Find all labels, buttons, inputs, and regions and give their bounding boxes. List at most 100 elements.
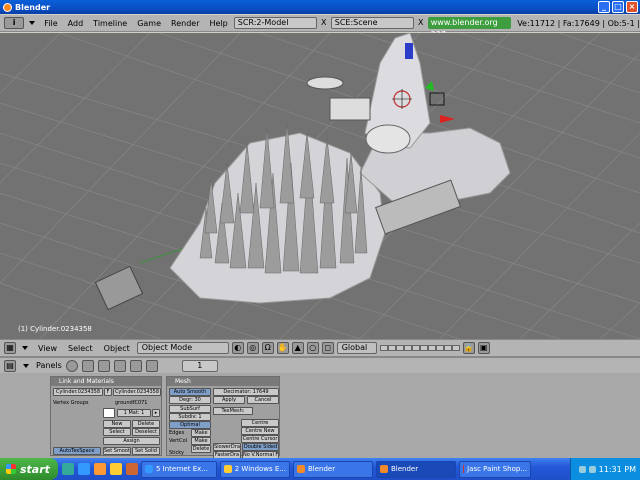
subsurf-toggle[interactable]: SubSurf: [169, 405, 211, 413]
menu-add[interactable]: Add: [64, 19, 88, 28]
decimator-cancel-button[interactable]: Cancel: [247, 396, 279, 404]
mode-selector[interactable]: Object Mode: [136, 342, 229, 354]
camera-icon[interactable]: [429, 92, 445, 106]
material-deselect-button[interactable]: Deselect: [132, 428, 160, 436]
double-sided-toggle[interactable]: Double Sided: [242, 443, 279, 451]
autotexspace-toggle[interactable]: AutoTexSpace: [53, 447, 101, 455]
rotate-icon[interactable]: ○: [306, 342, 319, 354]
screen-selector[interactable]: SCR:2-Model: [233, 17, 317, 29]
blender-url-label: www.blender.org 237: [427, 17, 512, 39]
task-windows-explorer[interactable]: 2 Windows E...: [220, 460, 290, 478]
quicklaunch-blender-icon[interactable]: [126, 463, 138, 475]
edges-make-button[interactable]: Make: [191, 429, 211, 437]
menu-render[interactable]: Render: [167, 19, 203, 28]
mesh-name-field[interactable]: Cylinder.0234358: [113, 388, 161, 396]
start-button[interactable]: start: [0, 458, 58, 480]
vertcol-delete-button[interactable]: Delete: [191, 445, 211, 453]
proportional-icon[interactable]: Ω: [261, 342, 274, 354]
info-header: i File Add Timeline Game Render Help SCR…: [0, 15, 640, 39]
info-window-type-button[interactable]: i: [4, 17, 25, 29]
task-blender-2[interactable]: Blender: [376, 460, 456, 478]
task-blender-1[interactable]: Blender: [293, 460, 373, 478]
menu-view[interactable]: View: [34, 344, 61, 353]
material-assign-button[interactable]: Assign: [103, 437, 160, 445]
y-manipulator-icon[interactable]: [425, 81, 434, 91]
scene-delete-button[interactable]: X: [416, 18, 426, 29]
object-icon[interactable]: [113, 359, 126, 372]
view-collapse-icon[interactable]: [22, 346, 28, 350]
quicklaunch-media-icon[interactable]: [94, 463, 106, 475]
screen-delete-button[interactable]: X: [319, 18, 329, 29]
degr-field[interactable]: Degr: 30: [169, 396, 211, 404]
collapse-menu-icon[interactable]: [29, 21, 36, 25]
slower-draw-button[interactable]: SlowerDra: [213, 443, 241, 451]
mesh-panel-title: Mesh: [167, 377, 279, 386]
set-smooth-button[interactable]: Set Smooth: [103, 447, 131, 455]
lock-icon[interactable]: 🔒: [462, 342, 475, 354]
clock[interactable]: 11:31 PM: [599, 465, 636, 474]
centre-button[interactable]: Centre: [241, 419, 279, 427]
centre-new-button[interactable]: Centre New: [241, 427, 279, 435]
quicklaunch-ie-icon[interactable]: [78, 463, 90, 475]
quicklaunch-desktop-icon[interactable]: [62, 463, 74, 475]
manipulator-hand-icon[interactable]: ✋: [276, 342, 289, 354]
island-terrain: [169, 132, 386, 304]
maximize-button[interactable]: □: [612, 1, 624, 13]
buttons-window-type-icon[interactable]: ▤: [4, 359, 16, 372]
decimator-apply-button[interactable]: Apply: [213, 396, 245, 404]
logic-icon[interactable]: [65, 359, 78, 372]
sticky-label: Sticky: [169, 450, 184, 456]
view-type-icon[interactable]: ▦: [4, 342, 16, 354]
material-delete-button[interactable]: Delete: [132, 420, 160, 428]
x-manipulator-icon[interactable]: [440, 115, 455, 123]
subdiv-field[interactable]: Subdiv: 1: [169, 413, 211, 421]
render-preview-icon[interactable]: ▣: [477, 342, 490, 354]
close-button[interactable]: ×: [626, 1, 638, 13]
script-icon[interactable]: [81, 359, 94, 372]
tray-volume-icon[interactable]: [588, 465, 596, 473]
ie-icon: [145, 465, 153, 473]
scale-icon[interactable]: ◻: [321, 342, 334, 354]
windows-flag-icon: [6, 464, 16, 474]
menu-file[interactable]: File: [40, 19, 61, 28]
material-color-swatch[interactable]: [103, 408, 115, 418]
frame-field[interactable]: 1: [181, 359, 218, 372]
scene-icon[interactable]: [145, 359, 158, 372]
menu-select[interactable]: Select: [64, 344, 97, 353]
material-new-button[interactable]: New: [103, 420, 131, 428]
translate-icon[interactable]: ▲: [291, 342, 304, 354]
minimize-button[interactable]: _: [598, 1, 610, 13]
blender-window: Blender _ □ × i File Add Timeline Game R…: [0, 0, 640, 459]
auto-smooth-toggle[interactable]: Auto Smooth: [169, 388, 211, 396]
link-materials-panel: Link and Materials Cylinder.0234358 F Cy…: [50, 376, 162, 456]
menu-object[interactable]: Object: [100, 344, 134, 353]
set-solid-button[interactable]: Set Solid: [132, 447, 160, 455]
shading-icon[interactable]: [97, 359, 110, 372]
menu-help[interactable]: Help: [206, 19, 232, 28]
fake-user-button[interactable]: F: [104, 388, 112, 396]
material-select-button[interactable]: Select: [103, 428, 131, 436]
menu-timeline[interactable]: Timeline: [89, 19, 131, 28]
draw-type-icon[interactable]: ◐: [231, 342, 244, 354]
centre-cursor-button[interactable]: Centre Cursor: [241, 435, 279, 443]
vertcol-make-button[interactable]: Make: [191, 437, 211, 445]
decimator-field[interactable]: Decimator: 17649: [213, 388, 279, 396]
tray-network-icon[interactable]: [578, 465, 586, 473]
material-count-field[interactable]: 1 Mat: 1: [117, 409, 151, 417]
object-name-field[interactable]: Cylinder.0234358: [53, 388, 103, 396]
scene-selector[interactable]: SCE:Scene: [330, 17, 414, 29]
menu-game[interactable]: Game: [133, 19, 165, 28]
buttons-collapse-icon[interactable]: [23, 363, 29, 368]
task-internet-explorer[interactable]: 5 Internet Ex...: [141, 460, 217, 478]
task-paint-shop[interactable]: Jasc Paint Shop...: [459, 460, 531, 478]
texmesh-field[interactable]: TexMesh:: [213, 407, 253, 415]
optimal-toggle[interactable]: Optimal: [169, 421, 211, 429]
quicklaunch-folder-icon[interactable]: [110, 463, 122, 475]
orientation-selector[interactable]: Global: [336, 342, 377, 354]
3d-viewport[interactable]: (1) Cylinder.0234358: [0, 33, 640, 339]
editing-icon[interactable]: [129, 359, 142, 372]
layer-buttons[interactable]: [379, 345, 460, 351]
pivot-icon[interactable]: ◎: [246, 342, 259, 354]
link-panel-title: Link and Materials: [51, 377, 161, 386]
material-next-button[interactable]: ▸: [152, 409, 160, 417]
